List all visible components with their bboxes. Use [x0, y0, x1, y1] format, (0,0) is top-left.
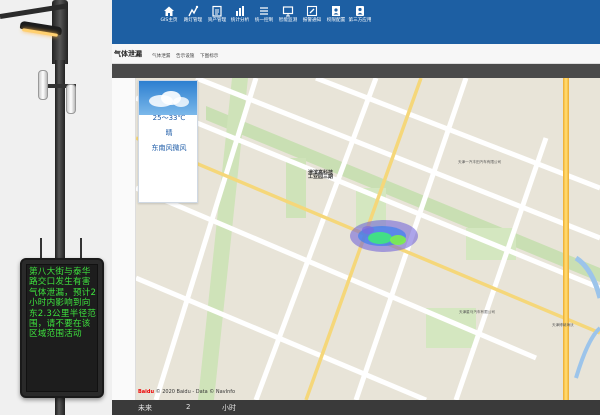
map-place-label: 天津星马汽车有限公司 [459, 310, 495, 314]
gas-leak-heatmap [350, 220, 418, 252]
map-copyright: © 2020 Baidu - Data © NavInfo [155, 389, 236, 395]
subtab-notice[interactable]: 告示设施 [176, 53, 194, 59]
side-panel [112, 78, 136, 400]
toolbar-strip [112, 64, 600, 78]
weather-condition: 晴 [165, 129, 173, 137]
led-warning-message: 第八大街与泰华路交口发生有害气体泄漏，预计2小时内影响到向东2.3公里半径范围，… [29, 267, 97, 340]
edit-icon [306, 5, 318, 17]
map-view[interactable]: 津滨高科技 工业园三期 天津一汽丰田汽车有限公司 天津星马汽车有限公司 天津博纳海… [136, 78, 600, 400]
forecast-prefix: 未来 [138, 404, 152, 412]
map-district-label: 津滨高科技 工业园三期 [308, 170, 334, 181]
bar-chart-icon [236, 6, 244, 16]
led-screen: 第八大街与泰华路交口发生有害气体泄漏，预计2小时内影响到向东2.3公里半径范围，… [26, 264, 98, 392]
forecast-unit: 小时 [222, 404, 236, 412]
sub-header: 气体泄漏 气体泄漏 告示设施 下图标示 [112, 44, 600, 64]
led-display: 第八大街与泰华路交口发生有害气体泄漏，预计2小时内影响到向东2.3公里半径范围，… [20, 258, 104, 398]
person-icon [356, 6, 364, 16]
bottom-forecast-bar: 未来 2 小时 [112, 400, 600, 415]
monitor-icon [282, 6, 294, 17]
weather-wind: 东南风微风 [151, 144, 187, 152]
app-screen: GIS主页 路灯管理 资产管理 统计分析 统一控制 智能监测 报警通知 权限配置… [0, 0, 600, 415]
nav-label: 第三方应用 [348, 18, 372, 23]
map-attribution: Baidu © 2020 Baidu - Data © NavInfo [138, 389, 235, 395]
cloud-icon [149, 91, 189, 107]
page-title: 气体泄漏 [114, 50, 142, 58]
antenna-icon [40, 238, 42, 258]
top-nav-bar: GIS主页 路灯管理 资产管理 统计分析 统一控制 智能监测 报警通知 权限配置… [112, 0, 600, 44]
antenna-icon [80, 238, 82, 258]
forecast-hours-input[interactable]: 2 [186, 403, 190, 411]
user-doc-icon [332, 6, 340, 16]
weather-sky-image [139, 81, 197, 115]
camera-icon [66, 84, 76, 114]
map-roads [136, 78, 600, 400]
streetlight-icon [188, 5, 199, 17]
map-place-label: 天津博纳海沃 [552, 323, 574, 327]
weather-card: 25～33℃ 晴 东南风微风 [138, 80, 198, 203]
weather-temp: 25～33℃ [152, 114, 186, 122]
nav-item-third-party[interactable]: 第三方应用 [347, 4, 373, 40]
baidu-logo: Baidu [138, 389, 155, 395]
home-icon [164, 6, 174, 16]
asset-icon [212, 5, 222, 17]
map-place-label: 天津一汽丰田汽车有限公司 [458, 160, 502, 164]
camera-icon [38, 70, 48, 100]
subtab-marker[interactable]: 下图标示 [200, 53, 218, 59]
subtab-gas-leak[interactable]: 气体泄漏 [152, 53, 170, 59]
list-icon [260, 7, 268, 15]
